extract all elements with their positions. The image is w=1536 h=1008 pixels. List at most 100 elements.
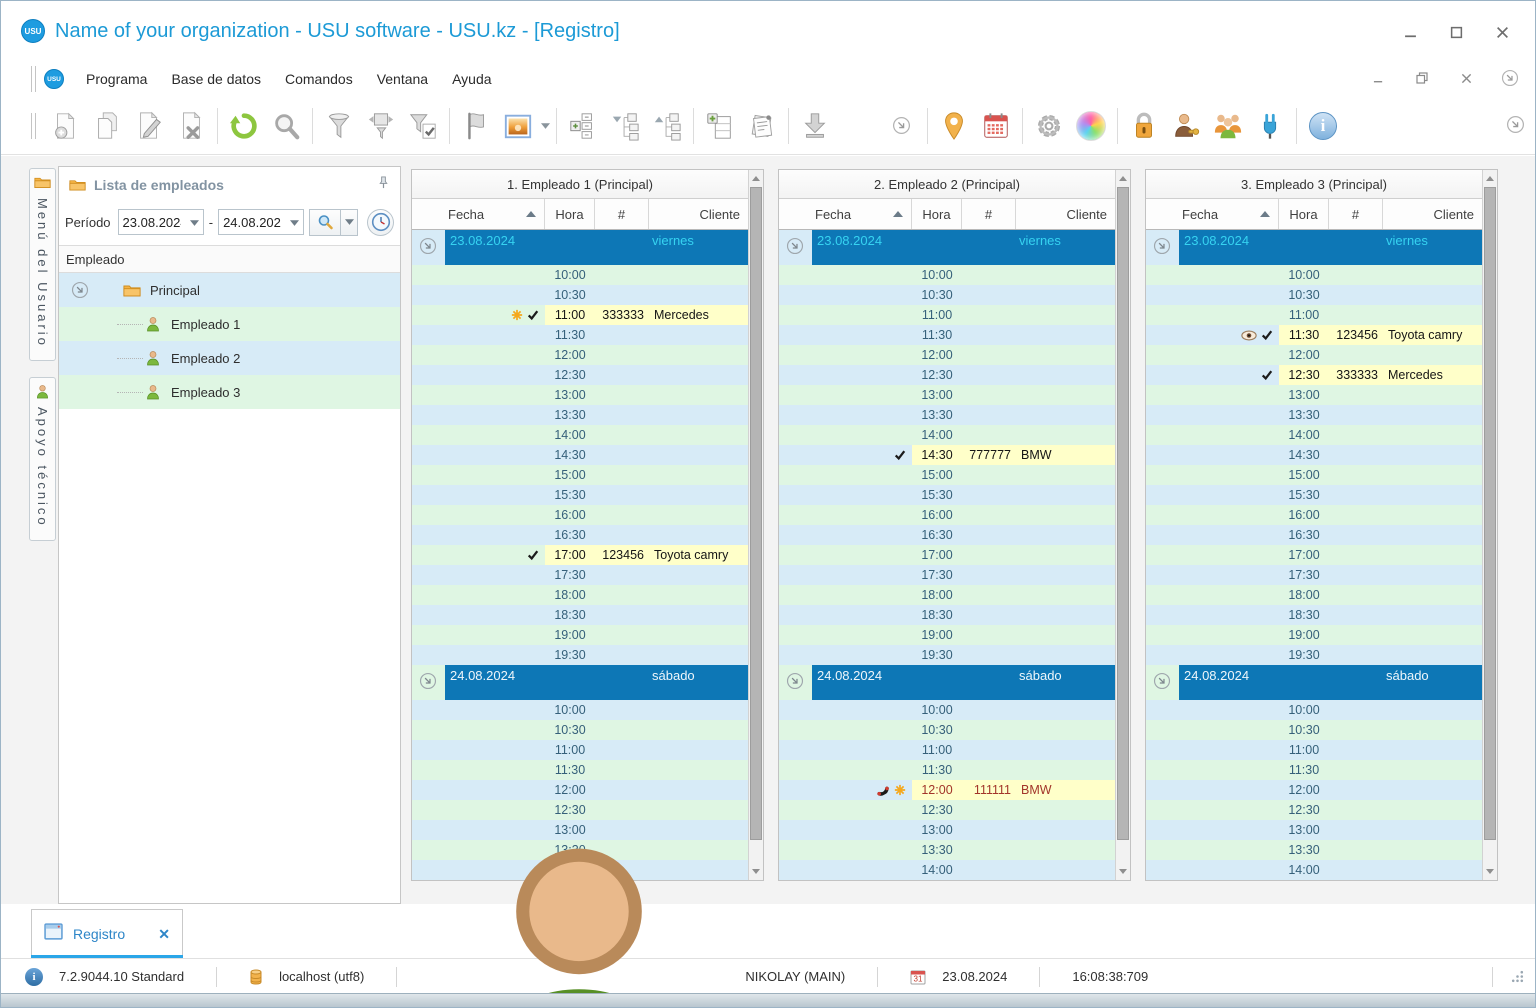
column-header-num[interactable]: # xyxy=(1329,199,1383,229)
time-slot-row[interactable]: 16:00 xyxy=(412,505,748,525)
time-slot-row[interactable]: 11:30 xyxy=(779,325,1115,345)
time-slot-row[interactable]: 13:30 xyxy=(1146,840,1482,860)
mdi-overflow-chevron-icon[interactable] xyxy=(1499,69,1521,87)
time-slot-row[interactable]: 13:00 xyxy=(1146,385,1482,405)
expand-chevron-icon[interactable] xyxy=(71,281,89,299)
column-header-fecha[interactable]: Fecha xyxy=(1146,199,1279,229)
time-slot-row[interactable]: 333333 Mercedes 11:00 xyxy=(412,305,748,325)
resize-grip[interactable] xyxy=(1510,969,1525,984)
time-slot-row[interactable]: 19:30 xyxy=(412,645,748,665)
location-pin-button[interactable] xyxy=(933,105,975,147)
time-slot-row[interactable]: 18:00 xyxy=(779,585,1115,605)
column-header-hora[interactable]: Hora xyxy=(912,199,962,229)
time-slot-row[interactable]: 13:00 xyxy=(1146,820,1482,840)
menu-item-comandos[interactable]: Comandos xyxy=(273,65,365,93)
filter-button[interactable] xyxy=(318,105,360,147)
period-from-field[interactable]: 23.08.2024 xyxy=(117,209,204,235)
time-slot-row[interactable]: 13:30 xyxy=(412,405,748,425)
vertical-scrollbar[interactable] xyxy=(748,170,763,880)
scrollbar-thumb[interactable] xyxy=(1484,187,1496,840)
plug-button[interactable] xyxy=(1249,105,1291,147)
time-slot-row[interactable]: 13:00 xyxy=(412,385,748,405)
mdi-minimize-button[interactable] xyxy=(1367,69,1389,87)
time-slot-row[interactable]: 13:00 xyxy=(779,385,1115,405)
time-slot-row[interactable]: 15:00 xyxy=(1146,465,1482,485)
date-row[interactable]: 23.08.2024 viernes xyxy=(1146,230,1482,265)
settings-gear-button[interactable] xyxy=(1028,105,1070,147)
refresh-button[interactable] xyxy=(223,105,265,147)
tree-expand-button[interactable] xyxy=(646,105,688,147)
column-header-num[interactable]: # xyxy=(962,199,1016,229)
scrollbar-thumb[interactable] xyxy=(750,187,762,840)
time-slot-row[interactable]: 12:30 xyxy=(779,365,1115,385)
tree-node-empleado-3[interactable]: Empleado 3 xyxy=(59,375,400,409)
time-slot-row[interactable]: 123456 Toyota camry 11:30 xyxy=(1146,325,1482,345)
time-slot-row[interactable]: 19:30 xyxy=(1146,645,1482,665)
delete-document-button[interactable] xyxy=(170,105,212,147)
time-slot-row[interactable]: 11:30 xyxy=(412,325,748,345)
vertical-scrollbar[interactable] xyxy=(1482,170,1497,880)
time-slot-row[interactable]: 11:00 xyxy=(779,305,1115,325)
image-button[interactable] xyxy=(497,105,539,147)
side-tab-apoyo-t-cnico[interactable]: Apoyo técnico xyxy=(29,376,56,541)
user-key-button[interactable] xyxy=(1165,105,1207,147)
time-slot-row[interactable]: 123456 Toyota camry 17:00 xyxy=(412,545,748,565)
scroll-up-arrow-icon[interactable] xyxy=(749,171,763,186)
lock-button[interactable] xyxy=(1123,105,1165,147)
scroll-up-arrow-icon[interactable] xyxy=(1116,171,1130,186)
time-slot-row[interactable]: 14:30 xyxy=(1146,445,1482,465)
time-slot-row[interactable]: 111111 BMW 12:00 xyxy=(779,780,1115,800)
pin-icon[interactable] xyxy=(377,176,390,194)
time-slot-row[interactable]: 11:30 xyxy=(779,760,1115,780)
menu-item-ventana[interactable]: Ventana xyxy=(365,65,440,93)
tree-collapse-button[interactable] xyxy=(604,105,646,147)
time-slot-row[interactable]: 10:30 xyxy=(1146,720,1482,740)
time-slot-row[interactable]: 10:00 xyxy=(1146,700,1482,720)
tree-node-principal[interactable]: Principal xyxy=(59,273,400,307)
column-header-cliente[interactable]: Cliente xyxy=(1016,199,1115,229)
column-header-cliente[interactable]: Cliente xyxy=(1383,199,1482,229)
time-slot-row[interactable]: 14:00 xyxy=(412,425,748,445)
time-slot-row[interactable]: 12:00 xyxy=(412,345,748,365)
side-tab-men-del-usuario[interactable]: Menú del Usuario xyxy=(29,168,56,361)
time-slot-row[interactable]: 11:00 xyxy=(1146,305,1482,325)
time-slot-row[interactable]: 18:00 xyxy=(412,585,748,605)
column-header-fecha[interactable]: Fecha xyxy=(412,199,545,229)
scrollbar-thumb[interactable] xyxy=(1117,187,1129,840)
time-slot-row[interactable]: 10:00 xyxy=(412,265,748,285)
menu-item-ayuda[interactable]: Ayuda xyxy=(440,65,503,93)
new-document-button[interactable] xyxy=(44,105,86,147)
copy-document-button[interactable] xyxy=(86,105,128,147)
time-slot-row[interactable]: 19:00 xyxy=(412,625,748,645)
calendar-button[interactable] xyxy=(975,105,1017,147)
menu-item-base-de-datos[interactable]: Base de datos xyxy=(159,65,273,93)
time-slot-row[interactable]: 10:30 xyxy=(779,285,1115,305)
time-slot-row[interactable]: 10:00 xyxy=(1146,265,1482,285)
vertical-scrollbar[interactable] xyxy=(1115,170,1130,880)
tree-node-empleado-2[interactable]: Empleado 2 xyxy=(59,341,400,375)
filter-check-button[interactable] xyxy=(402,105,444,147)
time-slot-row[interactable]: 11:30 xyxy=(412,760,748,780)
menu-grip[interactable] xyxy=(31,66,36,92)
time-slot-row[interactable]: 12:00 xyxy=(412,780,748,800)
time-slot-row[interactable]: 12:00 xyxy=(1146,345,1482,365)
minimize-button[interactable] xyxy=(1399,23,1421,41)
time-slot-row[interactable]: 16:00 xyxy=(779,505,1115,525)
expand-chevron-icon[interactable] xyxy=(1153,237,1171,255)
column-header-fecha[interactable]: Fecha xyxy=(779,199,912,229)
clock-button[interactable] xyxy=(367,208,394,236)
time-slot-row[interactable]: 10:30 xyxy=(412,720,748,740)
time-slot-row[interactable]: 13:30 xyxy=(779,405,1115,425)
menu-item-programa[interactable]: Programa xyxy=(74,65,159,93)
time-slot-row[interactable]: 12:00 xyxy=(779,345,1115,365)
time-slot-row[interactable]: 12:30 xyxy=(412,800,748,820)
search-button[interactable] xyxy=(265,105,307,147)
mdi-restore-button[interactable] xyxy=(1411,69,1433,87)
tree-column-header[interactable]: Empleado xyxy=(59,245,400,273)
time-slot-row[interactable]: 15:30 xyxy=(779,485,1115,505)
date-row[interactable]: 23.08.2024 viernes xyxy=(779,230,1115,265)
time-slot-row[interactable]: 10:00 xyxy=(779,265,1115,285)
time-slot-row[interactable]: 10:30 xyxy=(779,720,1115,740)
time-slot-row[interactable]: 14:30 xyxy=(412,445,748,465)
flag-button[interactable] xyxy=(455,105,497,147)
